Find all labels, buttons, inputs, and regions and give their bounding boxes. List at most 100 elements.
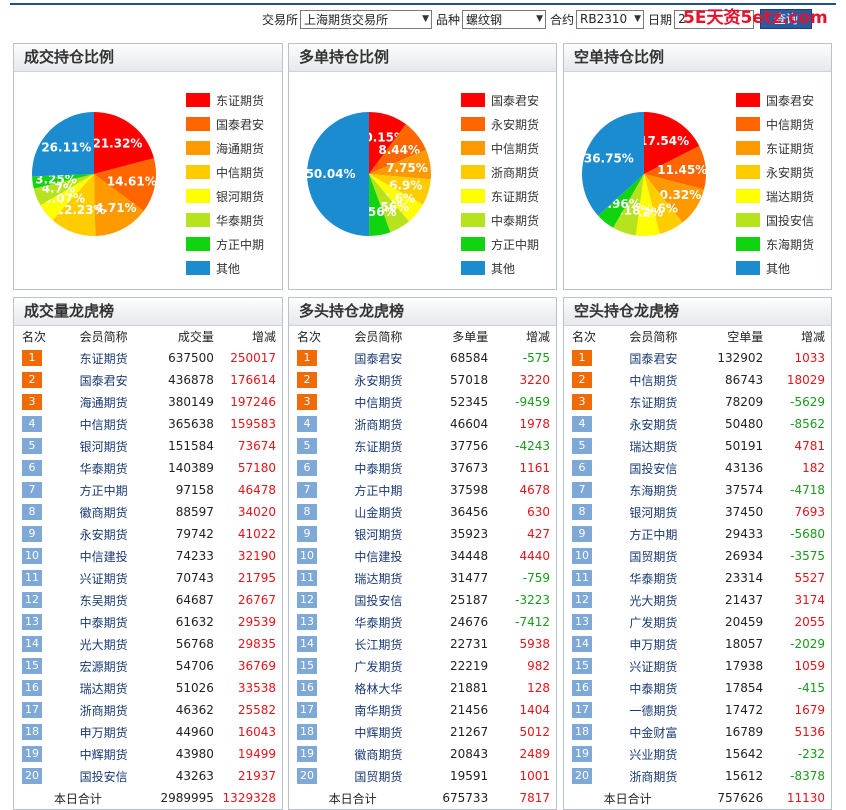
member-name-link[interactable]: 华泰期货 xyxy=(340,611,416,633)
member-name-link[interactable]: 格林大华 xyxy=(340,677,416,699)
table-row: 6 华泰期货 140389 57180 xyxy=(14,457,282,479)
member-name-link[interactable]: 浙商期货 xyxy=(66,699,142,721)
legend-label: 东海期货 xyxy=(766,237,815,252)
volume-value: 37574 xyxy=(725,483,764,497)
member-name-link[interactable]: 瑞达期货 xyxy=(340,567,416,589)
member-name-link[interactable]: 银河期货 xyxy=(66,435,142,457)
total-change: 7817 xyxy=(519,791,550,805)
member-name-link[interactable]: 中信期货 xyxy=(615,369,691,391)
volume-value: 74233 xyxy=(175,549,214,563)
member-name-link[interactable]: 光大期货 xyxy=(615,589,691,611)
table-header-row: 名次 会员简称 空单量 增减 xyxy=(564,326,831,347)
table-row: 13 广发期货 20459 2055 xyxy=(564,611,831,633)
member-name-link[interactable]: 广发期货 xyxy=(615,611,691,633)
member-name-link[interactable]: 国泰君安 xyxy=(340,347,416,369)
member-name-link[interactable]: 东证期货 xyxy=(66,347,142,369)
member-name-link[interactable]: 国投安信 xyxy=(66,765,142,787)
member-name-link[interactable]: 华泰期货 xyxy=(66,457,142,479)
table-row: 8 山金期货 36456 630 xyxy=(289,501,556,523)
member-name-link[interactable]: 永安期货 xyxy=(66,523,142,545)
legend-swatch xyxy=(736,93,760,107)
exchange-select[interactable]: 上海期货交易所 ▼ xyxy=(300,9,433,29)
change-value: 182 xyxy=(802,461,825,475)
change-value: 5012 xyxy=(519,725,550,739)
member-name-link[interactable]: 浙商期货 xyxy=(615,765,691,787)
exchange-select-value: 上海期货交易所 xyxy=(304,12,389,27)
volume-value: 22731 xyxy=(450,637,489,651)
member-name-link[interactable]: 中信建投 xyxy=(66,545,142,567)
member-name-link[interactable]: 永安期货 xyxy=(615,413,691,435)
change-value: 34020 xyxy=(237,505,276,519)
member-name-link[interactable]: 国贸期货 xyxy=(615,545,691,567)
member-name-link[interactable]: 国贸期货 xyxy=(340,765,416,787)
member-name-link[interactable]: 兴业期货 xyxy=(615,743,691,765)
member-name-link[interactable]: 中信期货 xyxy=(340,391,416,413)
member-name-link[interactable]: 国投安信 xyxy=(340,589,416,611)
member-name-link[interactable]: 东吴期货 xyxy=(66,589,142,611)
panel-title: 多单持仓比例 xyxy=(289,44,556,72)
member-name-link[interactable]: 山金期货 xyxy=(340,501,416,523)
member-name-link[interactable]: 申万期货 xyxy=(66,721,142,743)
member-name-link[interactable]: 申万期货 xyxy=(615,633,691,655)
member-name-link[interactable]: 中辉期货 xyxy=(340,721,416,743)
member-name-link[interactable]: 东证期货 xyxy=(340,435,416,457)
member-name-link[interactable]: 兴证期货 xyxy=(66,567,142,589)
legend-swatch xyxy=(736,237,760,251)
member-name-link[interactable]: 瑞达期货 xyxy=(615,435,691,457)
member-name-link[interactable]: 银河期货 xyxy=(340,523,416,545)
member-name-link[interactable]: 华泰期货 xyxy=(615,567,691,589)
product-select[interactable]: 螺纹钢 ▼ xyxy=(462,9,547,29)
pie-slice-label: 26.11% xyxy=(41,140,91,154)
legend-label: 方正中期 xyxy=(216,237,265,252)
total-row: 本日合计 2989995 1329328 xyxy=(14,787,282,809)
member-name-link[interactable]: 东海期货 xyxy=(615,479,691,501)
member-name-link[interactable]: 中泰期货 xyxy=(615,677,691,699)
table-row: 7 方正中期 37598 4678 xyxy=(289,479,556,501)
member-name-link[interactable]: 浙商期货 xyxy=(340,413,416,435)
change-value: 5938 xyxy=(519,637,550,651)
change-value: 5136 xyxy=(794,725,825,739)
table-row: 15 兴证期货 17938 1059 xyxy=(564,655,831,677)
member-name-link[interactable]: 徽商期货 xyxy=(340,743,416,765)
member-name-link[interactable]: 中金财富 xyxy=(615,721,691,743)
member-name-link[interactable]: 光大期货 xyxy=(66,633,142,655)
member-name-link[interactable]: 国投安信 xyxy=(615,457,691,479)
member-name-link[interactable]: 中辉期货 xyxy=(66,743,142,765)
total-row: 本日合计 675733 7817 xyxy=(289,787,556,809)
member-name-link[interactable]: 东证期货 xyxy=(615,391,691,413)
change-value: 46478 xyxy=(237,483,276,497)
table-row: 16 瑞达期货 51026 33538 xyxy=(14,677,282,699)
legend-label: 东证期货 xyxy=(766,141,815,156)
member-name-link[interactable]: 国泰君安 xyxy=(615,347,691,369)
rank-badge: 18 xyxy=(22,724,42,740)
member-name-link[interactable]: 永安期货 xyxy=(340,369,416,391)
legend-item: 其他 xyxy=(736,256,814,280)
member-name-link[interactable]: 方正中期 xyxy=(615,523,691,545)
member-name-link[interactable]: 海通期货 xyxy=(66,391,142,413)
rank-badge: 17 xyxy=(572,702,592,718)
member-name-link[interactable]: 中泰期货 xyxy=(340,457,416,479)
table-row: 16 格林大华 21881 128 xyxy=(289,677,556,699)
member-name-link[interactable]: 广发期货 xyxy=(340,655,416,677)
change-value: 73674 xyxy=(237,439,276,453)
member-name-link[interactable]: 宏源期货 xyxy=(66,655,142,677)
member-name-link[interactable]: 徽商期货 xyxy=(66,501,142,523)
volume-value: 64687 xyxy=(175,593,214,607)
volume-value: 17938 xyxy=(725,659,764,673)
member-name-link[interactable]: 国泰君安 xyxy=(66,369,142,391)
member-name-link[interactable]: 一德期货 xyxy=(615,699,691,721)
member-name-link[interactable]: 银河期货 xyxy=(615,501,691,523)
member-name-link[interactable]: 中信建投 xyxy=(340,545,416,567)
volume-value: 79742 xyxy=(175,527,214,541)
member-name-link[interactable]: 南华期货 xyxy=(340,699,416,721)
member-name-link[interactable]: 兴证期货 xyxy=(615,655,691,677)
table-row: 12 东吴期货 64687 26767 xyxy=(14,589,282,611)
member-name-link[interactable]: 瑞达期货 xyxy=(66,677,142,699)
volume-value: 25187 xyxy=(450,593,489,607)
member-name-link[interactable]: 中信期货 xyxy=(66,413,142,435)
contract-select[interactable]: RB2310 ▼ xyxy=(576,9,645,29)
member-name-link[interactable]: 长江期货 xyxy=(340,633,416,655)
member-name-link[interactable]: 方正中期 xyxy=(340,479,416,501)
member-name-link[interactable]: 中泰期货 xyxy=(66,611,142,633)
member-name-link[interactable]: 方正中期 xyxy=(66,479,142,501)
